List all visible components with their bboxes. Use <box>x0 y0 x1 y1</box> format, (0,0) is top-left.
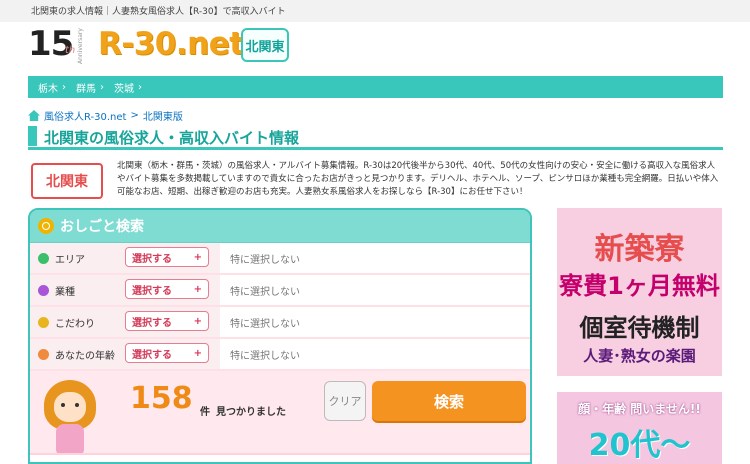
mascot-illustration <box>40 376 100 456</box>
row-label: エリア <box>55 254 85 266</box>
plus-icon: + <box>193 315 202 327</box>
select-area-button[interactable]: 選択する + <box>125 247 209 267</box>
search-row-preference: こだわり 選択する + 特に選択しない <box>30 307 530 339</box>
chevron-right-icon: › <box>138 81 142 93</box>
row-label: こだわり <box>55 318 95 330</box>
search-icon <box>38 218 54 234</box>
pref-link-ibaraki[interactable]: 茨城 › <box>114 80 142 95</box>
select-preference-button[interactable]: 選択する + <box>125 311 209 331</box>
mascot-eye <box>75 403 79 407</box>
pref-label: 茨城 <box>114 83 134 95</box>
breadcrumb-home-link[interactable]: 風俗求人R-30.net <box>44 108 126 123</box>
banner-line: 人妻･熟女の楽園 <box>583 347 696 365</box>
breadcrumb-current: 北関東版 <box>142 112 183 123</box>
plus-circle-icon <box>38 316 49 328</box>
pref-link-tochigi[interactable]: 栃木 › <box>38 80 66 95</box>
search-rows: エリア 選択する + 特に選択しない 業種 選択する + 特に選択しない こだわ… <box>30 243 530 371</box>
mascot-eye <box>61 403 65 407</box>
result-count: 158 <box>130 381 193 416</box>
search-row-age: あなたの年齢 選択する + 特に選択しない <box>30 339 530 371</box>
mascot-face <box>54 392 86 422</box>
plus-icon: + <box>193 347 202 359</box>
logo-text: R-30.net <box>98 26 244 62</box>
breadcrumb-separator: > <box>130 110 139 121</box>
location-pin-icon <box>38 252 49 264</box>
row-value: 特に選択しない <box>230 350 300 362</box>
banner-line: 20代〜 <box>588 428 691 463</box>
house-icon <box>38 348 49 360</box>
butterfly-icon <box>38 284 49 296</box>
page-title: 北関東の風俗求人・高収入バイト情報 <box>44 129 300 147</box>
banner-line: 寮費1ヶ月無料 <box>559 272 720 300</box>
ad-banner-age[interactable]: 顔・年齢 問いません!! 20代〜 <box>557 392 722 464</box>
mascot-body <box>56 424 84 454</box>
select-button-label: 選択する <box>132 253 172 265</box>
search-title: おしごと検索 <box>60 219 144 235</box>
row-value: 特に選択しない <box>230 318 300 330</box>
region-badge: 北関東 <box>241 28 289 62</box>
result-area: 158 件 見つかりました クリア 検索 <box>30 371 530 462</box>
intro-text: 北関東（栃木・群馬・茨城）の風俗求人・アルバイト募集情報。R-30は20代後半か… <box>117 161 719 197</box>
prefecture-nav: 栃木 › 群馬 › 茨城 › <box>28 76 723 98</box>
title-marker <box>28 126 37 146</box>
banner-line: 顔・年齢 問いません!! <box>578 402 701 416</box>
chevron-right-icon: › <box>62 81 66 93</box>
banner-line: 個室待機制 <box>579 314 700 342</box>
plus-icon: + <box>193 251 202 263</box>
breadcrumb: 風俗求人R-30.net > 北関東版 <box>28 108 183 123</box>
result-count-unit: 件 <box>200 407 210 418</box>
region-stamp: 北関東 <box>31 163 103 199</box>
panel-bottom <box>30 453 530 462</box>
search-panel: おしごと検索 エリア 選択する + 特に選択しない 業種 選択する + 特に選択… <box>28 208 532 464</box>
top-bar: 北関東の求人情報｜人妻熟女風俗求人【R-30】で高収入バイト <box>0 0 750 22</box>
select-age-button[interactable]: 選択する + <box>125 343 209 363</box>
pref-link-gunma[interactable]: 群馬 › <box>76 80 104 95</box>
pref-label: 群馬 <box>76 83 96 95</box>
logo-15: 15 <box>28 24 74 64</box>
search-header: おしごと検索 <box>30 210 530 243</box>
ad-banner-dormitory[interactable]: 新築寮 寮費1ヶ月無料 個室待機制 人妻･熟女の楽園 <box>557 208 722 376</box>
banner-line: 新築寮 <box>594 232 685 267</box>
select-button-label: 選択する <box>132 349 172 361</box>
select-button-label: 選択する <box>132 317 172 329</box>
clear-button[interactable]: クリア <box>324 381 366 421</box>
row-value: 特に選択しない <box>230 254 300 266</box>
search-row-area: エリア 選択する + 特に選択しない <box>30 243 530 275</box>
pref-label: 栃木 <box>38 83 58 95</box>
plus-icon: + <box>193 283 202 295</box>
logo-th: th <box>65 45 76 56</box>
home-icon <box>28 110 40 121</box>
row-value: 特に選択しない <box>230 286 300 298</box>
search-row-industry: 業種 選択する + 特に選択しない <box>30 275 530 307</box>
chevron-right-icon: › <box>100 81 104 93</box>
select-industry-button[interactable]: 選択する + <box>125 279 209 299</box>
logo-anniversary: Anniversary <box>77 28 84 64</box>
row-label: あなたの年齢 <box>55 350 115 362</box>
row-label: 業種 <box>55 286 75 298</box>
site-tagline: 北関東の求人情報｜人妻熟女風俗求人【R-30】で高収入バイト <box>31 7 286 17</box>
title-bar: 北関東の風俗求人・高収入バイト情報 <box>28 124 723 150</box>
result-count-text: 見つかりました <box>216 407 286 418</box>
search-button[interactable]: 検索 <box>372 381 526 421</box>
select-button-label: 選択する <box>132 285 172 297</box>
